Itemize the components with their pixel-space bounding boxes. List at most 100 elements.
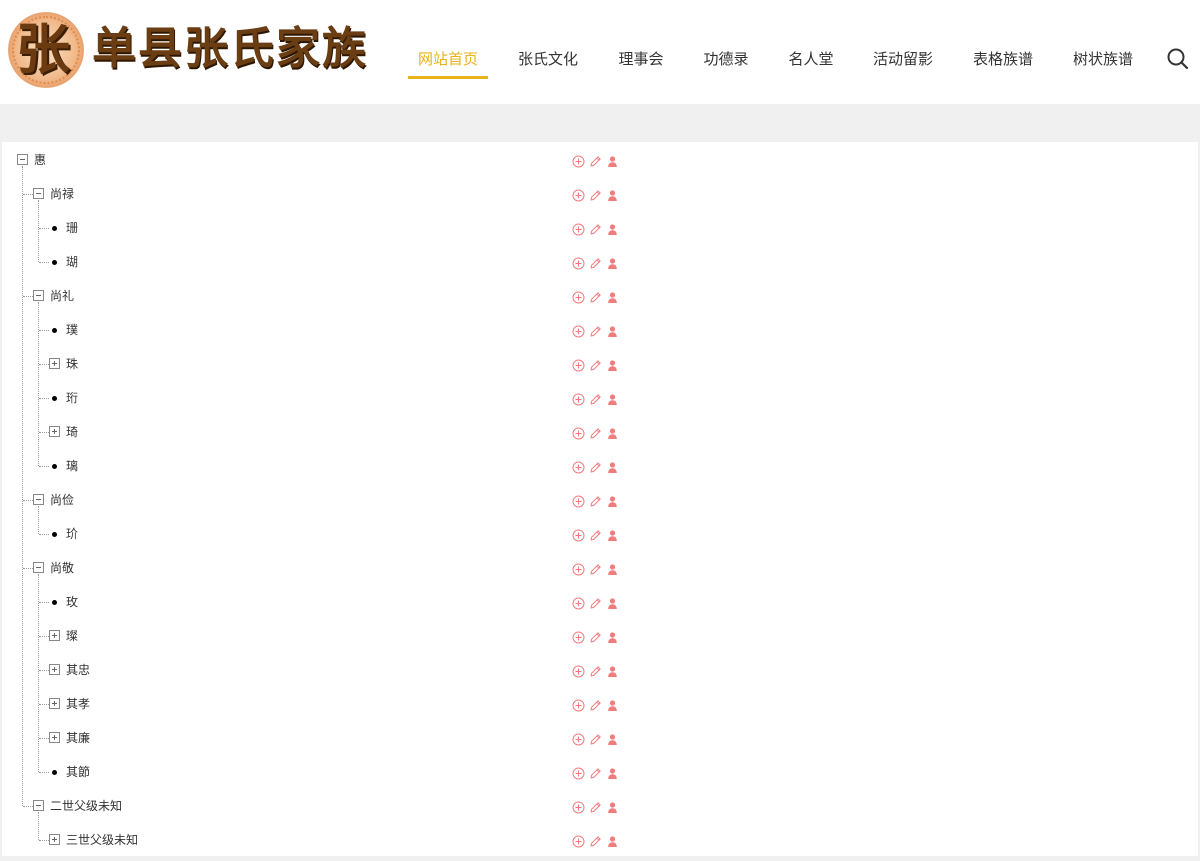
edit-pencil-icon[interactable]	[589, 255, 602, 269]
tree-node-label[interactable]: 璞	[66, 322, 78, 338]
user-icon[interactable]	[606, 731, 619, 745]
user-icon[interactable]	[606, 629, 619, 643]
tree-node-label[interactable]: 珠	[66, 356, 78, 372]
nav-item-tree-genealogy[interactable]: 树状族谱	[1063, 40, 1143, 80]
user-icon[interactable]	[606, 765, 619, 779]
user-icon[interactable]	[606, 357, 619, 371]
add-circle-icon[interactable]	[572, 153, 585, 168]
edit-pencil-icon[interactable]	[589, 425, 602, 439]
tree-node-label[interactable]: 琦	[66, 424, 78, 440]
nav-item-home[interactable]: 网站首页	[408, 40, 488, 80]
user-icon[interactable]	[606, 833, 619, 847]
collapse-toggle-icon[interactable]	[33, 800, 44, 811]
add-circle-icon[interactable]	[572, 187, 585, 202]
user-icon[interactable]	[606, 459, 619, 473]
collapse-toggle-icon[interactable]	[33, 494, 44, 505]
search-icon[interactable]	[1166, 47, 1190, 71]
tree-node-label[interactable]: 尚敬	[50, 560, 74, 576]
expand-toggle-icon[interactable]	[49, 698, 60, 709]
tree-node-label[interactable]: 珊	[66, 220, 78, 236]
user-icon[interactable]	[606, 323, 619, 337]
tree-node-label[interactable]: 二世父级未知	[50, 798, 122, 814]
collapse-toggle-icon[interactable]	[33, 290, 44, 301]
tree-node-label[interactable]: 玫	[66, 594, 78, 610]
expand-toggle-icon[interactable]	[49, 426, 60, 437]
edit-pencil-icon[interactable]	[589, 663, 602, 677]
edit-pencil-icon[interactable]	[589, 391, 602, 405]
user-icon[interactable]	[606, 221, 619, 235]
user-icon[interactable]	[606, 153, 619, 167]
collapse-toggle-icon[interactable]	[33, 562, 44, 573]
tree-node-label[interactable]: 其孝	[66, 696, 90, 712]
user-icon[interactable]	[606, 289, 619, 303]
user-icon[interactable]	[606, 255, 619, 269]
tree-node-label[interactable]: 瑚	[66, 254, 78, 270]
add-circle-icon[interactable]	[572, 663, 585, 678]
edit-pencil-icon[interactable]	[589, 629, 602, 643]
edit-pencil-icon[interactable]	[589, 153, 602, 167]
user-icon[interactable]	[606, 663, 619, 677]
nav-item-merit[interactable]: 功德录	[687, 40, 765, 80]
add-circle-icon[interactable]	[572, 833, 585, 848]
tree-node-label[interactable]: 其節	[66, 764, 90, 780]
user-icon[interactable]	[606, 697, 619, 711]
user-icon[interactable]	[606, 561, 619, 575]
edit-pencil-icon[interactable]	[589, 799, 602, 813]
add-circle-icon[interactable]	[572, 357, 585, 372]
edit-pencil-icon[interactable]	[589, 357, 602, 371]
add-circle-icon[interactable]	[572, 289, 585, 304]
add-circle-icon[interactable]	[572, 561, 585, 576]
tree-node-label[interactable]: 其忠	[66, 662, 90, 678]
add-circle-icon[interactable]	[572, 255, 585, 270]
tree-node-label[interactable]: 三世父级未知	[66, 832, 138, 848]
edit-pencil-icon[interactable]	[589, 289, 602, 303]
edit-pencil-icon[interactable]	[589, 323, 602, 337]
edit-pencil-icon[interactable]	[589, 697, 602, 711]
add-circle-icon[interactable]	[572, 493, 585, 508]
edit-pencil-icon[interactable]	[589, 595, 602, 609]
edit-pencil-icon[interactable]	[589, 561, 602, 575]
nav-item-council[interactable]: 理事会	[602, 40, 680, 80]
user-icon[interactable]	[606, 595, 619, 609]
tree-node-label[interactable]: 璃	[66, 458, 78, 474]
add-circle-icon[interactable]	[572, 595, 585, 610]
add-circle-icon[interactable]	[572, 391, 585, 406]
add-circle-icon[interactable]	[572, 765, 585, 780]
add-circle-icon[interactable]	[572, 425, 585, 440]
user-icon[interactable]	[606, 187, 619, 201]
add-circle-icon[interactable]	[572, 731, 585, 746]
expand-toggle-icon[interactable]	[49, 664, 60, 675]
add-circle-icon[interactable]	[572, 221, 585, 236]
user-icon[interactable]	[606, 391, 619, 405]
collapse-toggle-icon[interactable]	[17, 154, 28, 165]
add-circle-icon[interactable]	[572, 697, 585, 712]
edit-pencil-icon[interactable]	[589, 221, 602, 235]
user-icon[interactable]	[606, 799, 619, 813]
edit-pencil-icon[interactable]	[589, 833, 602, 847]
edit-pencil-icon[interactable]	[589, 527, 602, 541]
tree-node-label[interactable]: 珩	[66, 390, 78, 406]
nav-item-culture[interactable]: 张氏文化	[508, 40, 588, 80]
add-circle-icon[interactable]	[572, 629, 585, 644]
user-icon[interactable]	[606, 527, 619, 541]
nav-item-table-genealogy[interactable]: 表格族谱	[963, 40, 1043, 80]
expand-toggle-icon[interactable]	[49, 834, 60, 845]
edit-pencil-icon[interactable]	[589, 765, 602, 779]
tree-node-label[interactable]: 玠	[66, 526, 78, 542]
add-circle-icon[interactable]	[572, 527, 585, 542]
expand-toggle-icon[interactable]	[49, 732, 60, 743]
edit-pencil-icon[interactable]	[589, 493, 602, 507]
add-circle-icon[interactable]	[572, 799, 585, 814]
tree-node-label[interactable]: 璨	[66, 628, 78, 644]
user-icon[interactable]	[606, 425, 619, 439]
user-icon[interactable]	[606, 493, 619, 507]
expand-toggle-icon[interactable]	[49, 630, 60, 641]
edit-pencil-icon[interactable]	[589, 731, 602, 745]
nav-item-photos[interactable]: 活动留影	[863, 40, 943, 80]
expand-toggle-icon[interactable]	[49, 358, 60, 369]
tree-node-label[interactable]: 尚俭	[50, 492, 74, 508]
tree-node-label[interactable]: 尚禄	[50, 186, 74, 202]
tree-node-label[interactable]: 其廉	[66, 730, 90, 746]
add-circle-icon[interactable]	[572, 459, 585, 474]
tree-node-label[interactable]: 尚礼	[50, 288, 74, 304]
